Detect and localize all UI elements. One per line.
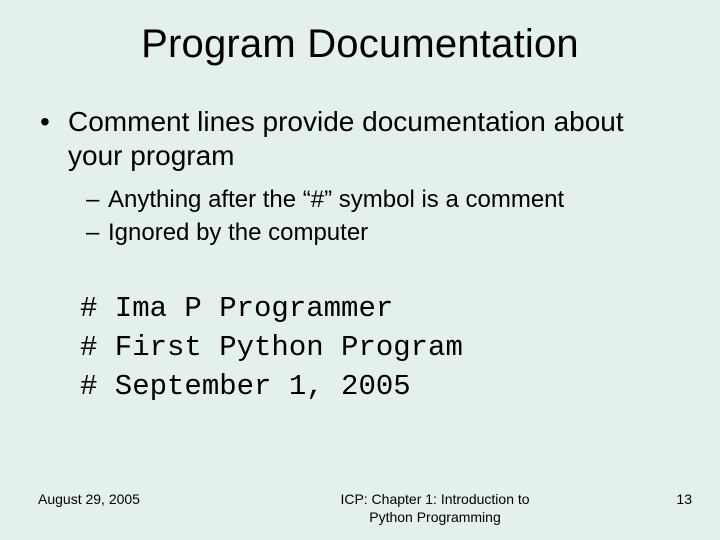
slide: Program Documentation • Comment lines pr… bbox=[0, 0, 720, 540]
bullet-level-1: • Comment lines provide documentation ab… bbox=[40, 105, 680, 172]
code-line: # September 1, 2005 bbox=[80, 367, 680, 406]
bullet-dash-icon: – bbox=[86, 217, 108, 249]
code-line: # First Python Program bbox=[80, 328, 680, 367]
slide-footer: August 29, 2005 ICP: Chapter 1: Introduc… bbox=[0, 491, 720, 526]
sub-bullet-text: Ignored by the computer bbox=[108, 217, 368, 249]
bullet-level-2: – Ignored by the computer bbox=[86, 217, 680, 249]
sub-bullet-list: – Anything after the “#” symbol is a com… bbox=[86, 184, 680, 249]
footer-date: August 29, 2005 bbox=[38, 491, 238, 507]
bullet-dash-icon: – bbox=[86, 184, 108, 216]
bullet-text: Comment lines provide documentation abou… bbox=[68, 105, 680, 172]
bullet-level-2: – Anything after the “#” symbol is a com… bbox=[86, 184, 680, 216]
slide-title: Program Documentation bbox=[0, 0, 720, 67]
footer-title: ICP: Chapter 1: Introduction to Python P… bbox=[238, 491, 632, 526]
footer-title-line: Python Programming bbox=[369, 509, 501, 525]
slide-body: • Comment lines provide documentation ab… bbox=[0, 67, 720, 406]
code-example: # Ima P Programmer # First Python Progra… bbox=[80, 289, 680, 406]
sub-bullet-text: Anything after the “#” symbol is a comme… bbox=[108, 184, 564, 216]
code-line: # Ima P Programmer bbox=[80, 289, 680, 328]
footer-title-line: ICP: Chapter 1: Introduction to bbox=[340, 491, 529, 507]
bullet-dot-icon: • bbox=[40, 105, 68, 172]
footer-page-number: 13 bbox=[632, 491, 692, 507]
